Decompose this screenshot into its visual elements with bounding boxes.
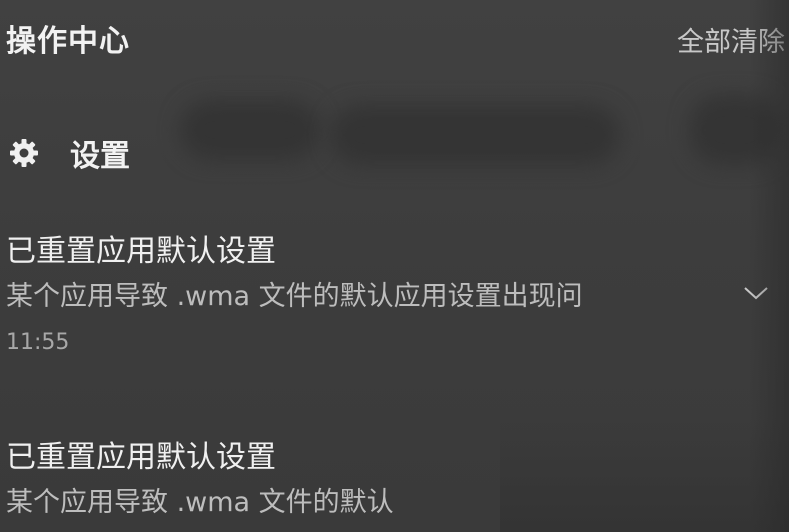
notification-item[interactable]: 已重置应用默认设置 某个应用导致 .wma 文件的默认应用设置出现问 11:55: [0, 226, 789, 376]
background-blur: [330, 105, 620, 165]
action-center-header: 操作中心 全部清除: [0, 0, 789, 80]
notification-title: 已重置应用默认设置: [6, 440, 276, 475]
notification-time: 11:55: [6, 330, 70, 355]
gear-icon: [8, 137, 40, 169]
notification-body: 某个应用导致 .wma 文件的默认: [6, 487, 394, 518]
page-title: 操作中心: [6, 24, 130, 59]
notification-title: 已重置应用默认设置: [6, 234, 276, 269]
group-label: 设置: [70, 139, 130, 174]
background-blur: [180, 100, 320, 160]
notification-body: 某个应用导致 .wma 文件的默认应用设置出现问: [6, 281, 583, 312]
notification-group-settings[interactable]: 设置: [8, 128, 130, 178]
background-blur: [500, 418, 789, 532]
edge-shadow: [749, 0, 789, 532]
action-center-panel: 操作中心 全部清除 设置 已重置应用默认设置 某个应用导致 .wma 文件的默认…: [0, 0, 789, 532]
